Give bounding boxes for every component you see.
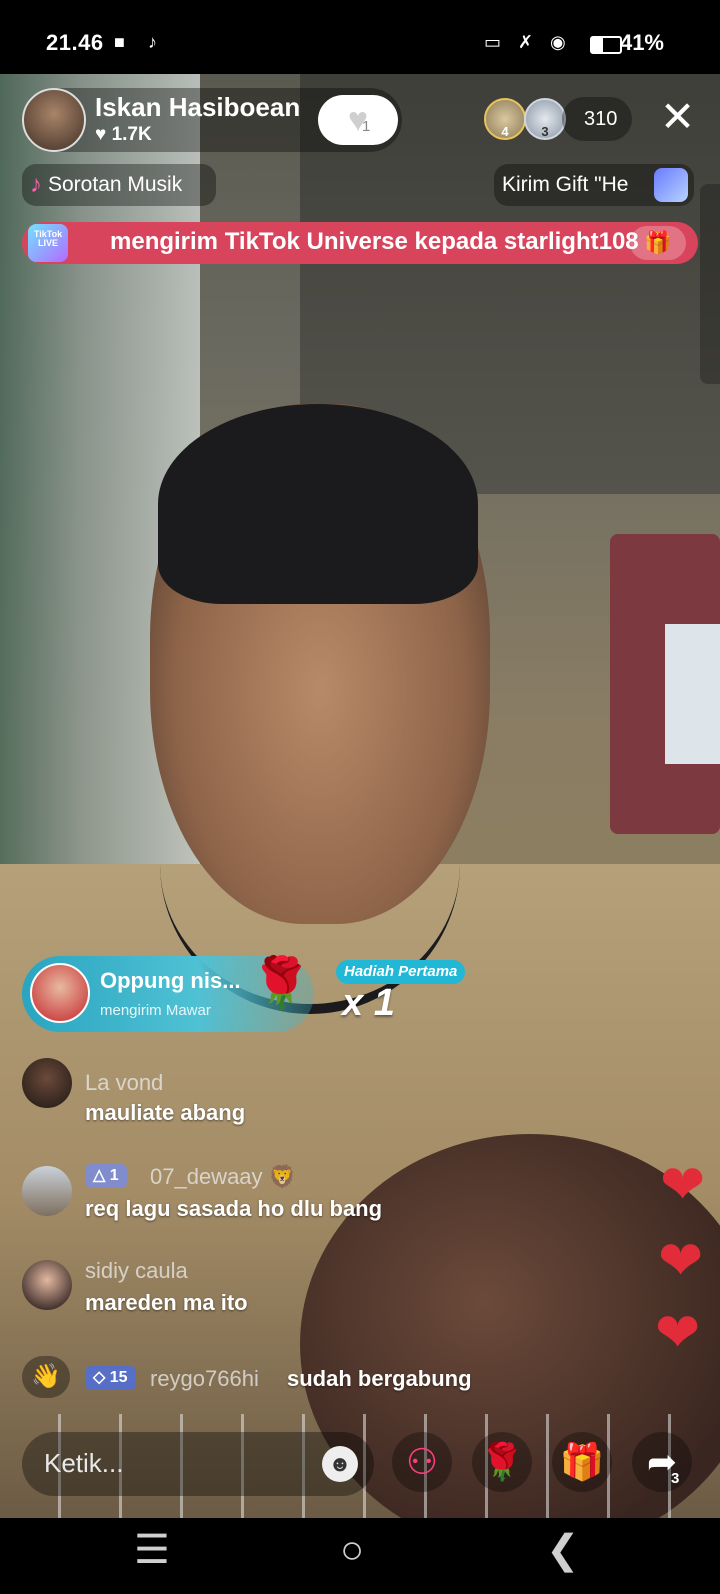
- emoji-icon[interactable]: ☻: [322, 1446, 358, 1482]
- top-viewer-rank-2: 3: [541, 124, 549, 139]
- heart-icon: ♥: [95, 124, 107, 145]
- cast-icon: ▭: [484, 32, 502, 52]
- chat-message: mauliate abang: [85, 1100, 246, 1125]
- close-icon[interactable]: ✕: [660, 96, 695, 138]
- gift-action-text: mengirim Mawar: [100, 1002, 211, 1019]
- wifi-icon: ◉: [550, 32, 566, 52]
- top-viewer-rank-1: 4: [501, 124, 509, 139]
- gift-icon[interactable]: 🎁: [630, 226, 686, 260]
- battery-icon: [590, 36, 622, 54]
- level-badge-number: 1: [109, 1167, 119, 1184]
- multi-guest-icon[interactable]: ⚇: [392, 1432, 452, 1492]
- chat-username[interactable]: La vond: [85, 1070, 163, 1096]
- viewer-count[interactable]: 310: [584, 108, 617, 131]
- follow-button[interactable]: ♥: [318, 95, 398, 145]
- home-icon[interactable]: ○: [340, 1530, 364, 1570]
- chat-username[interactable]: 07_dewaay 🦁: [150, 1164, 296, 1190]
- share-icon[interactable]: ➦: [632, 1432, 692, 1492]
- banner-text: mengirim TikTok Universe kepada starligh…: [110, 228, 639, 255]
- host-likes-count: 1.7K: [111, 124, 152, 145]
- chat-message: req lagu sasada ho dlu bang: [85, 1196, 383, 1221]
- music-highlight-label: Sorotan Musik: [48, 173, 183, 196]
- chat-avatar[interactable]: [22, 1260, 72, 1310]
- host-name[interactable]: Iskan Hasiboean: [95, 92, 300, 123]
- chat-username-text: 07_dewaay: [150, 1164, 263, 1189]
- gift-promo-label: Kirim Gift "He: [502, 173, 629, 196]
- battery-fill: [592, 38, 604, 52]
- recent-apps-icon[interactable]: ☰: [134, 1530, 170, 1570]
- music-note-icon: ♪: [30, 171, 42, 198]
- chat-message: mareden ma ito: [85, 1290, 248, 1315]
- join-username[interactable]: reygo766hi: [150, 1366, 259, 1392]
- chat-username[interactable]: sidiy caula: [85, 1258, 188, 1284]
- gift-combo-count: x 1: [342, 982, 395, 1024]
- wave-hand-icon[interactable]: 👋: [22, 1356, 70, 1398]
- share-count: 3: [671, 1470, 680, 1487]
- status-bar: 21.46 ■ ♪ ▭ ✗ ◉ 41%: [0, 0, 720, 74]
- gift-promo-icon: [654, 168, 688, 202]
- streamer-cap: [158, 404, 478, 604]
- comment-placeholder[interactable]: Ketik...: [44, 1448, 123, 1479]
- gift-announcement-banner[interactable]: TikTok LIVE mengirim TikTok Universe kep…: [22, 222, 698, 264]
- side-panel-handle[interactable]: [700, 184, 720, 384]
- first-gift-badge: Hadiah Pertama: [336, 960, 466, 984]
- host-avatar[interactable]: [22, 88, 86, 152]
- camera-icon: ■: [114, 32, 125, 52]
- join-badge-number: 15: [109, 1369, 128, 1386]
- tiktok-live-logo: TikTok LIVE: [28, 224, 68, 262]
- level-badge: ◇ 15: [85, 1366, 136, 1390]
- diamond-icon: ◇: [93, 1369, 106, 1386]
- mute-icon: ✗: [518, 32, 534, 52]
- floating-heart-icon: ❤: [655, 1303, 701, 1363]
- gift-promo-pill[interactable]: Kirim Gift "He: [494, 164, 694, 206]
- lion-emoji-icon: 🦁: [268, 1164, 297, 1189]
- battery-percentage: 41%: [619, 30, 664, 55]
- follow-count: 1: [362, 118, 371, 135]
- floating-heart-icon: ❤: [660, 1155, 706, 1215]
- back-icon[interactable]: ❮: [546, 1530, 580, 1570]
- level-badge: △ 1: [85, 1164, 127, 1188]
- host-likes: ♥ 1.7K: [95, 124, 152, 146]
- chat-avatar[interactable]: [22, 1058, 72, 1108]
- tiktok-notification-icon: ♪: [148, 32, 157, 52]
- background-tv-screen: [665, 624, 720, 764]
- rose-gift-icon: 🌹: [250, 955, 313, 1011]
- floating-heart-icon: ❤: [658, 1231, 704, 1291]
- rose-gift-button[interactable]: 🌹: [472, 1432, 532, 1492]
- gift-sender-avatar[interactable]: [30, 963, 90, 1023]
- level-triangle-icon: △: [93, 1167, 106, 1184]
- gift-sender-name[interactable]: Oppung nis...: [100, 968, 241, 994]
- chat-avatar[interactable]: [22, 1166, 72, 1216]
- music-highlight-pill[interactable]: ♪ Sorotan Musik: [22, 164, 216, 206]
- gift-box-icon[interactable]: 🎁: [552, 1432, 612, 1492]
- status-time: 21.46: [46, 30, 104, 55]
- join-text: sudah bergabung: [287, 1366, 472, 1391]
